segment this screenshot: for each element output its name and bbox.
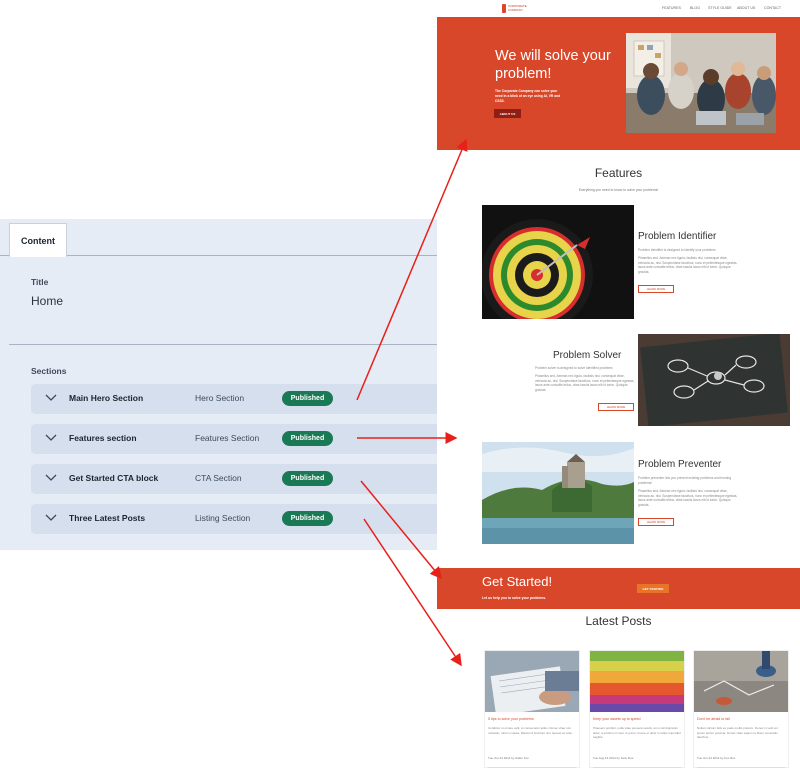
feature-tagline: Problem preventer lets you prevent exist… xyxy=(638,476,732,485)
section-row-features[interactable]: Features section Features Section Publis… xyxy=(31,424,437,454)
tab-content[interactable]: Content xyxy=(9,223,67,257)
section-name: Features section xyxy=(69,433,137,443)
dartboard-image xyxy=(482,205,634,319)
sections-label: Sections xyxy=(31,366,67,376)
chevron-down-icon[interactable] xyxy=(45,512,57,524)
status-badge: Published xyxy=(282,511,333,526)
latest-posts-title: Latest Posts xyxy=(585,614,652,628)
post-divider xyxy=(488,767,576,768)
chalkboard-image xyxy=(638,334,790,426)
nav-item-features[interactable]: FEATURES xyxy=(662,6,681,10)
cta-subtitle: Let us help you to solve your problems. xyxy=(482,596,547,600)
feature-body: Phasellus sed, Aenean nec ligula, facili… xyxy=(638,489,738,507)
post-excerpt: Nullam dictum felis eu pede mollis preti… xyxy=(697,726,778,739)
section-type: Hero Section xyxy=(195,393,245,403)
cms-divider xyxy=(9,344,437,345)
section-type: Listing Section xyxy=(195,513,251,523)
features-subtitle: Everything you need to know to solve you… xyxy=(578,188,659,192)
section-type: Features Section xyxy=(195,433,260,443)
post-card[interactable]: Keep your assets up to speed Praesent po… xyxy=(589,650,685,768)
nav-item-blog[interactable]: BLOG xyxy=(690,6,700,10)
section-name: Main Hero Section xyxy=(69,393,144,403)
get-started-cta: Get Started! Let us help you to solve yo… xyxy=(437,568,800,609)
learn-more-button[interactable]: LEARN MORE xyxy=(598,403,634,411)
section-name: Three Latest Posts xyxy=(69,513,146,523)
post-meta: Tue Jun 24 2014 by Fox Rox xyxy=(697,756,736,760)
hero-section: We will solve your problem! The Corporat… xyxy=(437,17,800,150)
about-us-button[interactable]: ABOUT US xyxy=(494,109,521,118)
section-name: Get Started CTA block xyxy=(69,473,159,483)
post-card[interactable]: Don't be afraid to fail Nullam dictum fe… xyxy=(693,650,789,768)
screenshot-stage: Content Title Home Sections Main Hero Se… xyxy=(0,0,800,779)
site-navbar: CORPORATE COMPANY FEATURES BLOG STYLE GU… xyxy=(437,0,800,17)
post-divider xyxy=(593,767,681,768)
cms-tab-bar: Content xyxy=(0,219,437,257)
feature-body: Phasellus sed, Aenean nec ligula, facili… xyxy=(638,256,738,274)
logo-mark-icon xyxy=(502,4,506,13)
learn-more-button[interactable]: LEARN MORE xyxy=(638,285,674,293)
nav-item-about-us[interactable]: ABOUT US xyxy=(737,6,755,10)
section-row-cta[interactable]: Get Started CTA block CTA Section Publis… xyxy=(31,464,437,494)
nav-item-style-guide[interactable]: STYLE GUIDE xyxy=(708,6,732,10)
status-badge: Published xyxy=(282,431,333,446)
logo-text: CORPORATE COMPANY xyxy=(508,4,527,12)
post-title[interactable]: Keep your assets up to speed xyxy=(593,717,641,721)
cms-content-panel: Content Title Home Sections Main Hero Se… xyxy=(0,219,437,550)
nav-item-contact[interactable]: CONTACT xyxy=(764,6,781,10)
post-image xyxy=(485,651,579,712)
post-meta: Tue Aug 19 2014 by Jane Doe xyxy=(593,756,634,760)
post-image xyxy=(590,651,684,712)
feature-body: Phasellus sed, Aenean nec ligula, facili… xyxy=(535,374,635,392)
hero-subtitle: The Corporate Company can solve your nee… xyxy=(495,89,561,103)
post-image xyxy=(694,651,788,712)
chevron-down-icon[interactable] xyxy=(45,472,57,484)
post-excerpt: Praesent porttitor, nulla vitae posuere … xyxy=(593,726,681,739)
feature-title: Problem Preventer xyxy=(638,459,722,470)
site-logo[interactable]: CORPORATE COMPANY xyxy=(502,4,532,14)
castle-landscape-image xyxy=(482,442,634,544)
post-card[interactable]: 5 tips to solve your problems Curabitur … xyxy=(484,650,580,768)
feature-tagline: Problem Identifier is designed to identi… xyxy=(638,248,716,252)
hero-title: We will solve your problem! xyxy=(495,48,611,82)
post-excerpt: Curabitur ut ornare velit, et consectetu… xyxy=(488,726,573,735)
learn-more-button[interactable]: LEARN MORE xyxy=(638,518,674,526)
section-row-hero[interactable]: Main Hero Section Hero Section Published xyxy=(31,384,437,414)
post-title[interactable]: Don't be afraid to fail xyxy=(697,717,730,721)
title-field-value[interactable]: Home xyxy=(31,294,63,308)
feature-title: Problem Identifier xyxy=(638,231,717,242)
website-preview: CORPORATE COMPANY FEATURES BLOG STYLE GU… xyxy=(437,0,800,779)
chevron-down-icon[interactable] xyxy=(45,432,57,444)
post-title[interactable]: 5 tips to solve your problems xyxy=(488,717,534,721)
title-field-label: Title xyxy=(31,277,49,287)
feature-title: Problem Solver xyxy=(553,350,622,361)
cta-title: Get Started! xyxy=(482,574,553,589)
post-divider xyxy=(697,767,785,768)
feature-tagline: Problem solver is designed to solve iden… xyxy=(535,366,613,370)
features-title: Features xyxy=(594,166,643,180)
chevron-down-icon[interactable] xyxy=(45,392,57,404)
section-row-listing[interactable]: Three Latest Posts Listing Section Publi… xyxy=(31,504,437,534)
section-type: CTA Section xyxy=(195,473,242,483)
status-badge: Published xyxy=(282,471,333,486)
hero-team-photo xyxy=(626,33,776,133)
post-meta: Tue Jun 24 2014 by Adam Fox xyxy=(488,756,529,760)
status-badge: Published xyxy=(282,391,333,406)
get-started-button[interactable]: GET STARTED xyxy=(637,584,669,593)
